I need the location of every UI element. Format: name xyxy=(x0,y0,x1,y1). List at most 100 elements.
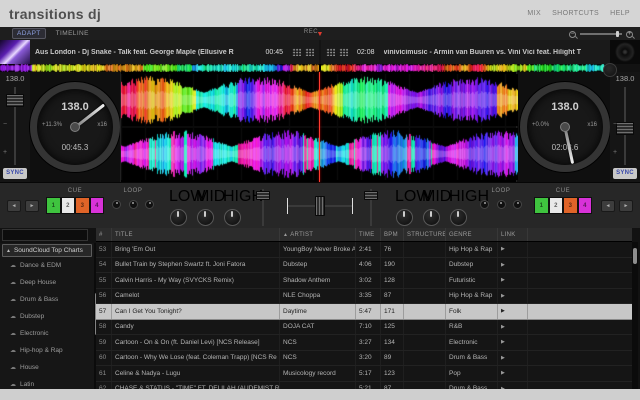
cell-fill xyxy=(528,273,632,288)
sidebar-item-latin[interactable]: ☁Latin xyxy=(0,376,94,389)
deck-a-track-overview[interactable] xyxy=(0,64,319,72)
browse-knob-icon[interactable] xyxy=(603,63,617,77)
sidebar-item-house[interactable]: ☁House xyxy=(0,359,94,376)
link-icon[interactable]: ▶ xyxy=(501,293,505,299)
table-row[interactable]: 61Celine & Nadya - LuguMusicology record… xyxy=(96,366,632,382)
hotcue-button-1[interactable]: 1 xyxy=(46,197,61,214)
hotcue-button-2[interactable]: 2 xyxy=(549,197,564,214)
hotcue-button-3[interactable]: 3 xyxy=(563,197,578,214)
hotcue-button-2[interactable]: 2 xyxy=(61,197,76,214)
link-icon[interactable]: ▶ xyxy=(501,246,505,252)
eq-knob-high[interactable] xyxy=(450,209,467,226)
volume-handle[interactable] xyxy=(256,191,270,200)
deck-b-volume-fader[interactable] xyxy=(363,189,379,227)
link-icon[interactable]: ▶ xyxy=(501,339,505,345)
beatgrid-icon[interactable] xyxy=(292,48,301,56)
eq-knob-low[interactable] xyxy=(396,209,413,226)
loop-knob-1[interactable] xyxy=(112,200,121,209)
tab-adapt[interactable]: ADAPT xyxy=(12,28,46,39)
table-row[interactable]: 60Cartoon - Why We Lose (feat. Coleman T… xyxy=(96,351,632,367)
zoom-slider-handle[interactable] xyxy=(616,31,619,37)
column-header-artist[interactable]: ▲ARTIST xyxy=(280,228,356,241)
deck-b-sync-button[interactable]: SYNC xyxy=(613,168,637,179)
beatgrid-icon[interactable] xyxy=(305,48,314,56)
table-scroll-thumb[interactable] xyxy=(633,248,637,264)
cell-structure xyxy=(404,382,446,390)
table-scrollbar[interactable] xyxy=(632,242,638,389)
beatgrid-icon[interactable] xyxy=(339,48,348,56)
deck-a-sync-button[interactable]: SYNC xyxy=(3,168,27,179)
table-row[interactable]: 53Bring 'Em OutYoungBoy Never Broke Agai… xyxy=(96,242,632,258)
hotcue-button-4[interactable]: 4 xyxy=(578,197,593,214)
deck-a-jog-wheel[interactable]: 138.0 +11.3% x16 00:45.3 xyxy=(30,82,120,172)
skip-back-icon[interactable]: ◄ xyxy=(601,200,615,212)
link-icon[interactable]: ▶ xyxy=(501,277,505,283)
link-icon[interactable]: ▶ xyxy=(501,355,505,361)
table-row[interactable]: 59Cartoon - On & On (ft. Daniel Levi) [N… xyxy=(96,335,632,351)
table-row[interactable]: 56CamelotNLE Choppa3:3587Hip Hop & Rap▶ xyxy=(96,289,632,305)
menu-item-help[interactable]: HELP xyxy=(610,10,630,17)
link-icon[interactable]: ▶ xyxy=(501,370,505,376)
sidebar-item-dance-edm[interactable]: ☁Dance & EDM xyxy=(0,257,94,274)
loop-knob-2[interactable] xyxy=(497,200,506,209)
column-header-genre[interactable]: GENRE xyxy=(446,228,498,241)
deck-b-header[interactable]: 02:08 vinivicimusic - Armin van Buuren v… xyxy=(321,40,640,64)
sidebar-item-hip-hop-rap[interactable]: ☁Hip-hop & Rap xyxy=(0,342,94,359)
eq-knob-mid[interactable] xyxy=(423,209,440,226)
eq-knob-low[interactable] xyxy=(170,209,187,226)
sidebar-item-label: House xyxy=(20,364,39,371)
beatgrid-icon[interactable] xyxy=(326,48,335,56)
play-icon[interactable]: ► xyxy=(25,200,39,212)
hotcue-button-1[interactable]: 1 xyxy=(534,197,549,214)
sidebar-item-electronic[interactable]: ☁Electronic xyxy=(0,325,94,342)
tree-collapse-icon[interactable]: ▲ xyxy=(6,248,11,254)
table-row[interactable]: 57Can I Get You Tonight?Daytime5:47171Fo… xyxy=(96,304,632,320)
tab-timeline[interactable]: TIMELINE xyxy=(52,29,93,38)
table-row[interactable]: 62CHASE & STATUS - "TIME" FT. DELILAH (A… xyxy=(96,382,632,390)
table-row[interactable]: 58CandyDOJA CAT7:10125R&B▶ xyxy=(96,320,632,336)
crossfader[interactable] xyxy=(287,195,353,217)
menu-item-mix[interactable]: MIX xyxy=(527,10,541,17)
deck-a-pitch-fader[interactable] xyxy=(6,94,24,107)
column-header-time[interactable]: TIME xyxy=(356,228,381,241)
play-icon[interactable]: ► xyxy=(619,200,633,212)
link-icon[interactable]: ▶ xyxy=(501,308,505,314)
loop-knob-3[interactable] xyxy=(145,200,154,209)
column-header-[interactable]: # xyxy=(96,228,112,241)
table-row[interactable]: 54Bullet Train by Stephen Swartz ft. Jon… xyxy=(96,258,632,274)
column-header-bpm[interactable]: BPM xyxy=(381,228,404,241)
deck-b-track-overview[interactable] xyxy=(321,64,640,72)
waveform-zone[interactable] xyxy=(120,72,517,182)
link-icon[interactable]: ▶ xyxy=(501,324,505,330)
zoom-slider[interactable] xyxy=(580,33,622,35)
eq-knob-high[interactable] xyxy=(224,209,241,226)
hotcue-button-4[interactable]: 4 xyxy=(90,197,105,214)
column-header-link[interactable]: LINK xyxy=(498,228,528,241)
skip-back-icon[interactable]: ◄ xyxy=(7,200,21,212)
zoom-out-icon[interactable]: − xyxy=(569,31,576,38)
volume-handle[interactable] xyxy=(364,191,378,200)
deck-a-header[interactable]: Aus London - Dj Snake - Talk feat. Georg… xyxy=(0,40,319,64)
crossfader-handle[interactable] xyxy=(315,196,325,216)
sidebar-item-dubstep[interactable]: ☁Dubstep xyxy=(0,308,94,325)
deck-b-pitch-fader[interactable] xyxy=(616,122,634,135)
pitch-minus-icon: − xyxy=(3,122,7,128)
search-input[interactable] xyxy=(2,229,88,241)
column-header-title[interactable]: TITLE xyxy=(112,228,280,241)
column-header-structure[interactable]: STRUCTURE xyxy=(404,228,446,241)
sidebar-item-drum-bass[interactable]: ☁Drum & Bass xyxy=(0,291,94,308)
eq-knob-mid[interactable] xyxy=(197,209,214,226)
sidebar-item-soundcloud-top-charts[interactable]: ▲ SoundCloud Top Charts xyxy=(2,244,92,257)
sidebar-item-deep-house[interactable]: ☁Deep House xyxy=(0,274,94,291)
loop-knob-2[interactable] xyxy=(129,200,138,209)
zoom-in-icon[interactable]: + xyxy=(626,31,633,38)
deck-a-volume-fader[interactable] xyxy=(255,189,271,227)
cell-artist: NCS xyxy=(280,335,356,350)
deck-b-jog-wheel[interactable]: 138.0 +0.0% x16 02:08.6 xyxy=(520,82,610,172)
menu-item-shortcuts[interactable]: SHORTCUTS xyxy=(552,10,599,17)
table-row[interactable]: 55Calvin Harris - My Way (SVYCKS Remix)S… xyxy=(96,273,632,289)
link-icon[interactable]: ▶ xyxy=(501,262,505,268)
loop-knob-3[interactable] xyxy=(513,200,522,209)
loop-knob-1[interactable] xyxy=(480,200,489,209)
hotcue-button-3[interactable]: 3 xyxy=(75,197,90,214)
